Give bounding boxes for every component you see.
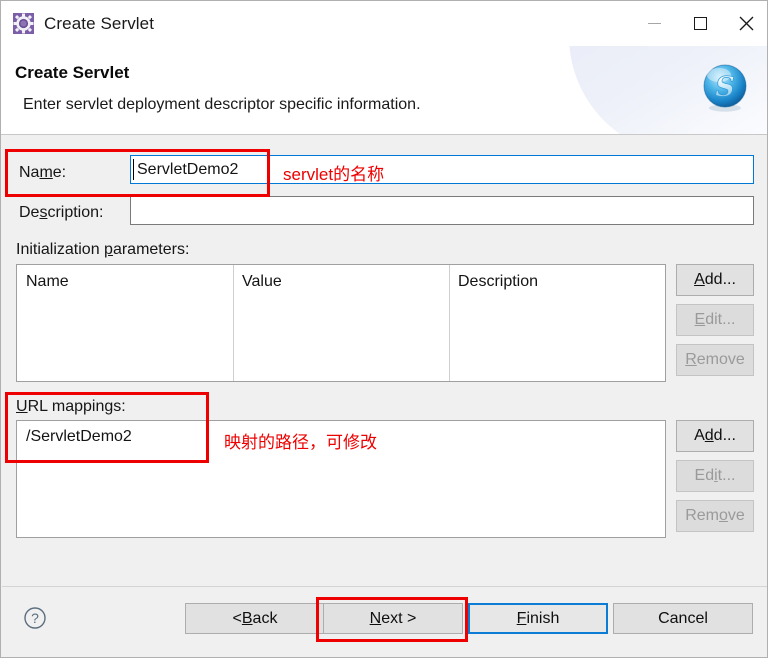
column-header-name: Name xyxy=(26,273,69,290)
close-button[interactable] xyxy=(723,1,767,46)
init-params-remove-button[interactable]: Remove xyxy=(676,344,754,376)
url-annotation-text: 映射的路径，可修改 xyxy=(224,433,377,452)
name-annotation-text: servlet的名称 xyxy=(283,165,385,184)
create-servlet-dialog: Create Servlet Create Servlet Enter serv… xyxy=(0,0,768,658)
url-mappings-label: URL mappings: xyxy=(16,398,126,415)
url-mappings-edit-button[interactable]: Ed i t... xyxy=(676,460,754,492)
svg-text:S: S xyxy=(715,72,735,103)
url-mappings-add-button[interactable]: Ad d... xyxy=(676,420,754,452)
name-label: Name: xyxy=(19,164,67,181)
cancel-button[interactable]: Cancel xyxy=(613,603,753,634)
maximize-button[interactable] xyxy=(677,1,723,46)
url-mappings-remove-button[interactable]: Rem o ve xyxy=(676,500,754,532)
finish-button[interactable]: Finish xyxy=(468,603,608,634)
url-mapping-row[interactable]: /ServletDemo2 xyxy=(26,428,132,446)
svg-text:?: ? xyxy=(31,610,39,626)
column-header-value: Value xyxy=(242,273,282,290)
init-params-edit-button[interactable]: Edit... xyxy=(676,304,754,336)
maximize-icon xyxy=(693,17,707,30)
description-label: Description: xyxy=(19,204,104,221)
dialog-footer: ? < Back Next > Finish Cancel xyxy=(2,586,767,657)
column-header-description: Description xyxy=(458,273,539,290)
close-icon xyxy=(739,16,753,31)
init-params-add-button[interactable]: Add... xyxy=(676,264,754,296)
window-title: Create Servlet xyxy=(44,13,155,33)
spring-s-sphere-logo: S xyxy=(699,61,751,113)
column-divider xyxy=(449,265,450,381)
servlet-gear-icon xyxy=(12,13,34,35)
title-bar: Create Servlet xyxy=(1,1,767,46)
next-button[interactable]: Next > xyxy=(323,603,463,634)
init-params-table[interactable]: Name Value Description xyxy=(16,264,666,382)
help-icon[interactable]: ? xyxy=(23,606,47,630)
banner-description: Enter servlet deployment descriptor spec… xyxy=(23,96,421,113)
servlet-name-input[interactable] xyxy=(130,155,754,184)
text-caret xyxy=(133,159,134,180)
servlet-description-input[interactable] xyxy=(130,196,754,225)
window-controls xyxy=(631,1,767,46)
init-params-label: Initialization parameters: xyxy=(16,241,190,258)
back-button[interactable]: < Back xyxy=(185,603,325,634)
banner-title: Create Servlet xyxy=(15,63,130,82)
dialog-content: Name: servlet的名称 Description: Initializa… xyxy=(2,136,767,586)
minimize-button[interactable] xyxy=(631,1,677,46)
minimize-icon xyxy=(647,23,661,24)
column-divider xyxy=(233,265,234,381)
wizard-banner: Create Servlet Enter servlet deployment … xyxy=(1,46,767,135)
